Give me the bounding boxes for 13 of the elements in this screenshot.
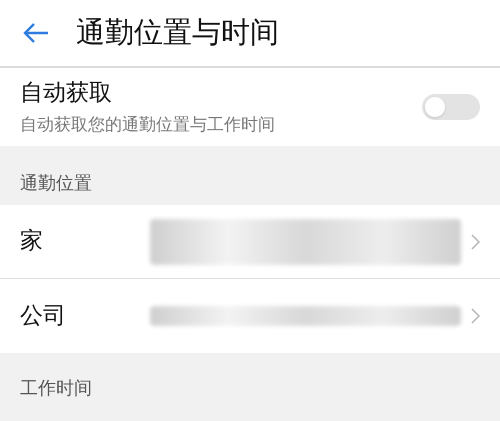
toggle-switch[interactable] [422, 94, 480, 120]
location-row[interactable]: 家 [0, 205, 500, 279]
back-icon[interactable] [22, 22, 50, 44]
row-label: 家 [20, 227, 44, 256]
setting-title: 自动获取 [20, 78, 113, 108]
setting-subtitle: 自动获取您的通勤位置与工作时间 [20, 114, 275, 137]
section-header: 工作时间 [20, 377, 92, 401]
page-title: 通勤位置与时间 [76, 14, 279, 52]
chevron-right-icon [471, 234, 480, 250]
location-row[interactable]: 公司 [0, 279, 500, 353]
section-header: 通勤位置 [20, 172, 92, 196]
chevron-right-icon [471, 308, 480, 324]
row-label: 公司 [20, 302, 67, 331]
